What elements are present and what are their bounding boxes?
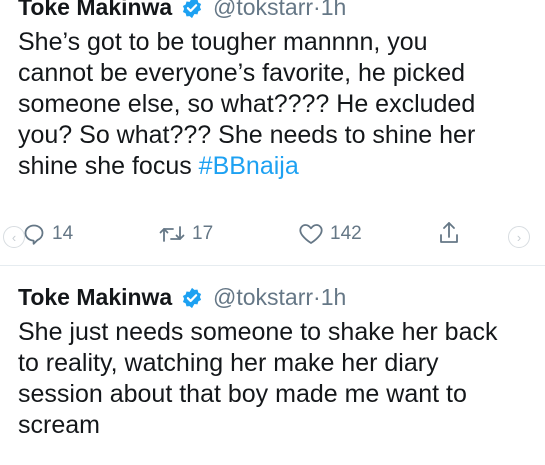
author-handle[interactable]: @tokstarr [213, 284, 313, 310]
verified-badge-icon [182, 287, 201, 309]
tweet-text-line: She just needs someone to shake her back [18, 318, 498, 346]
tweet-divider [0, 265, 545, 266]
tweet-text-line: She’s got to be tougher mannnn, you [18, 28, 428, 56]
tweet-header: Toke Makinwa @tokstarr·1h [18, 0, 346, 20]
separator-dot: · [313, 284, 321, 310]
tweet-text: She’s got to be tougher mannnn, you cann… [18, 27, 545, 182]
reply-count: 14 [52, 223, 74, 244]
share-button[interactable] [437, 220, 461, 246]
tweet-text-line: shine she focus #BBnaija [18, 151, 545, 182]
retweet-icon [159, 226, 185, 242]
tweet-text-line: cannot be everyone’s favorite, he picked [18, 59, 466, 87]
reply-icon [24, 224, 44, 245]
tweet-text-line: someone else, so what???? He excluded [18, 90, 476, 118]
tweet-text-line: session about that boy made me want to [18, 380, 467, 408]
carousel-prev-button[interactable]: ‹ [3, 226, 25, 248]
verified-badge-icon [182, 0, 201, 19]
carousel-next-button[interactable]: › [508, 226, 530, 248]
retweet-count: 17 [192, 223, 214, 244]
tweet-text: She just needs someone to shake her back… [18, 317, 545, 441]
like-count: 142 [330, 223, 362, 244]
author-name[interactable]: Toke Makinwa [18, 0, 172, 20]
author-handle[interactable]: @tokstarr [213, 0, 313, 20]
separator-dot: · [313, 0, 321, 20]
heart-icon [299, 224, 323, 244]
share-icon [440, 222, 458, 243]
tweet-text-line: to reality, watching her make her diary [18, 349, 439, 377]
reply-button[interactable]: 14 [22, 222, 73, 246]
hashtag-link[interactable]: #BBnaija [199, 152, 299, 180]
tweet-1[interactable]: Toke Makinwa @tokstarr·1h She’s got to b… [0, 0, 545, 265]
tweet-header: Toke Makinwa @tokstarr·1h [18, 284, 346, 310]
tweet-text-line: you? So what??? She needs to shine her [18, 121, 476, 149]
tweet-actions: 14 17 142 [0, 220, 545, 250]
timestamp[interactable]: 1h [321, 0, 347, 20]
timestamp[interactable]: 1h [321, 284, 347, 310]
like-button[interactable]: 142 [298, 222, 362, 246]
tweet-text-fragment: shine she focus [18, 152, 199, 180]
tweet-text-line: scream [18, 411, 100, 439]
retweet-button[interactable]: 17 [158, 222, 213, 246]
author-name[interactable]: Toke Makinwa [18, 284, 172, 310]
